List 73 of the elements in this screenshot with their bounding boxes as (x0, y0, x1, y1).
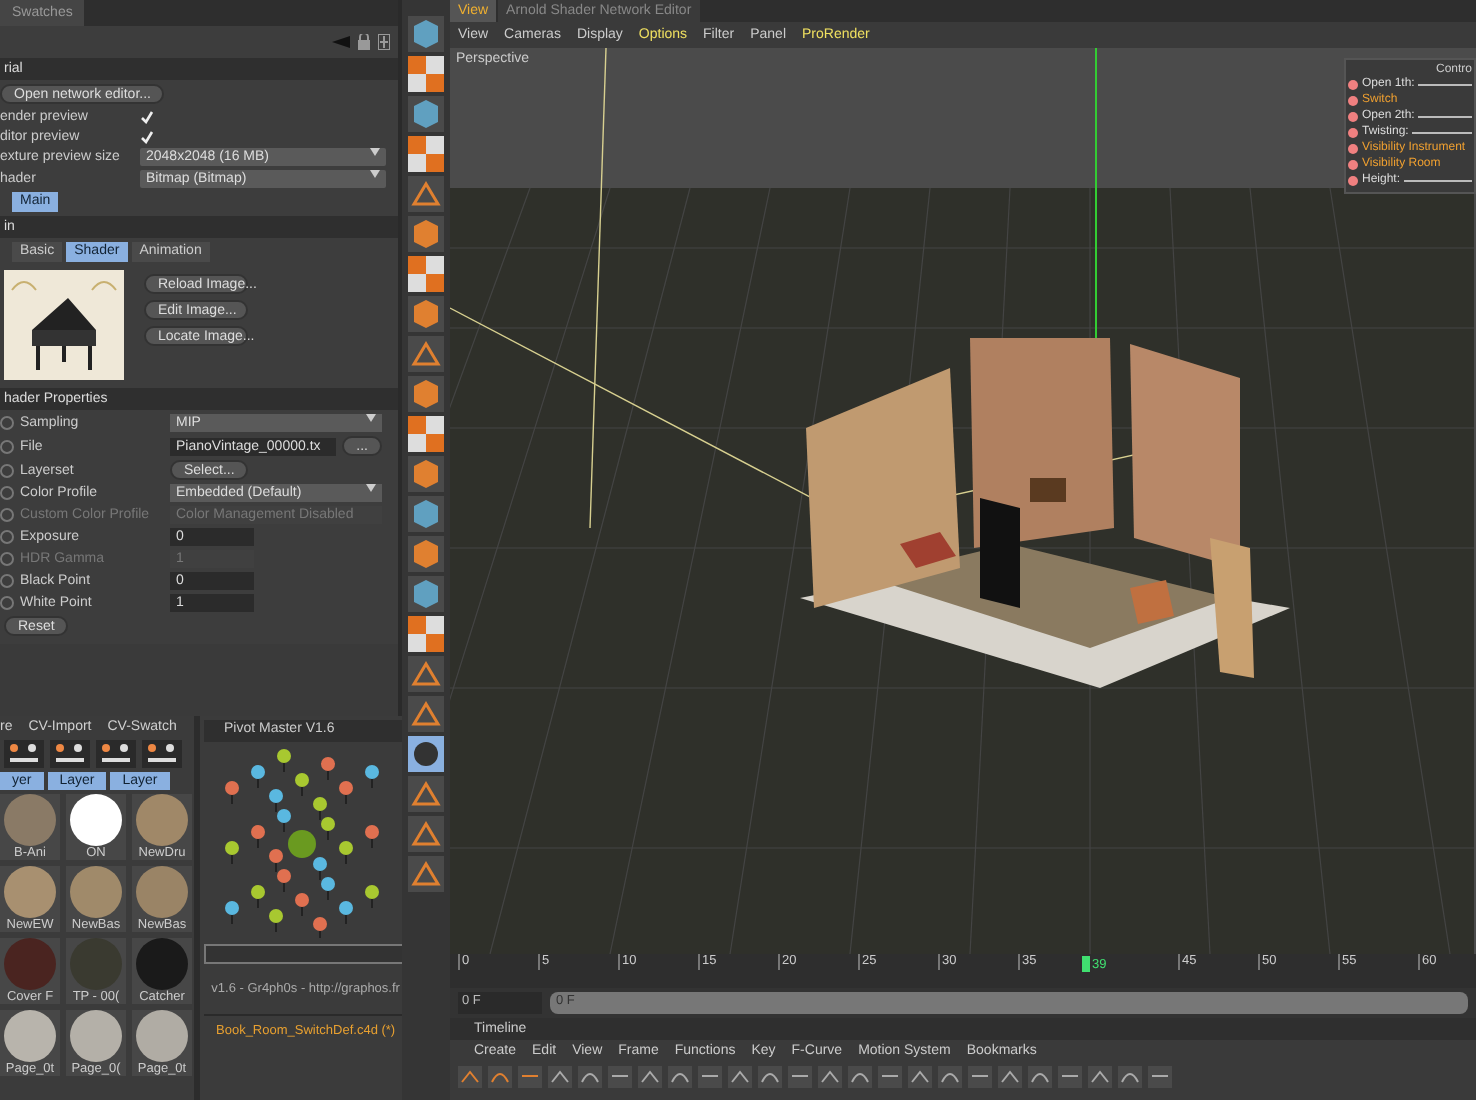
curve-tool-icon[interactable] (998, 1066, 1022, 1088)
curve-tool-icon[interactable] (818, 1066, 842, 1088)
curve-tool-icon[interactable] (608, 1066, 632, 1088)
material-tool-icon[interactable] (142, 740, 182, 768)
s-letter-icon[interactable] (408, 736, 444, 772)
curve-tool-icon[interactable] (788, 1066, 812, 1088)
animate-dot[interactable] (0, 508, 14, 522)
material-sphere[interactable] (4, 1010, 56, 1062)
material-sphere[interactable] (136, 1010, 188, 1062)
curve-tool-icon[interactable] (518, 1066, 542, 1088)
curve-tool-icon[interactable] (848, 1066, 872, 1088)
material-tool-icon[interactable] (4, 740, 44, 768)
animate-dot[interactable] (0, 486, 14, 500)
control-dot-icon[interactable] (1348, 95, 1358, 105)
checker-icon[interactable] (408, 56, 444, 92)
cube-icon[interactable] (408, 576, 444, 612)
checker-icon[interactable] (408, 136, 444, 172)
caret-icon (366, 414, 376, 422)
checkbox[interactable] (140, 129, 154, 143)
cube-icon[interactable] (408, 496, 444, 532)
curve-tool-icon[interactable] (1118, 1066, 1142, 1088)
caret-icon (370, 148, 380, 156)
material-sphere[interactable] (70, 1010, 122, 1062)
curve-tool-icon[interactable] (1058, 1066, 1082, 1088)
curve-tool-icon[interactable] (488, 1066, 512, 1088)
lock-icon[interactable] (358, 34, 370, 50)
curve-tool-icon[interactable] (938, 1066, 962, 1088)
cube-icon[interactable] (408, 456, 444, 492)
curve-tool-icon[interactable] (758, 1066, 782, 1088)
curve-tool-icon[interactable] (698, 1066, 722, 1088)
cube-icon[interactable] (408, 96, 444, 132)
input-field[interactable] (204, 944, 408, 964)
curve-tool-icon[interactable] (1088, 1066, 1112, 1088)
curve-tool-icon[interactable] (728, 1066, 752, 1088)
material-tool-icon[interactable] (96, 740, 136, 768)
animate-dot[interactable] (0, 416, 14, 430)
cube-icon[interactable] (408, 376, 444, 412)
checker-icon[interactable] (408, 256, 444, 292)
room-model-drawing[interactable] (800, 338, 1290, 688)
cube-icon[interactable] (408, 536, 444, 572)
curve-tool-icon[interactable] (668, 1066, 692, 1088)
animate-dot[interactable] (0, 596, 14, 610)
material-tool-icon[interactable] (50, 740, 90, 768)
caret-icon (370, 170, 380, 178)
curve-tool-icon[interactable] (1028, 1066, 1052, 1088)
animate-dot[interactable] (0, 574, 14, 588)
curve-tool-icon[interactable] (638, 1066, 662, 1088)
animate-dot[interactable] (0, 530, 14, 544)
control-dot-icon[interactable] (1348, 143, 1358, 153)
playhead-marker[interactable] (1082, 956, 1090, 972)
material-sphere[interactable] (70, 794, 122, 846)
control-dot-icon[interactable] (1348, 159, 1358, 169)
cube-icon[interactable] (408, 216, 444, 252)
curve-tool-icon[interactable] (908, 1066, 932, 1088)
animate-dot[interactable] (0, 439, 14, 453)
animate-dot[interactable] (0, 463, 14, 477)
cube-icon[interactable] (408, 296, 444, 332)
control-dot-icon[interactable] (1348, 175, 1358, 185)
curve-tool-icon[interactable] (1148, 1066, 1172, 1088)
checker-icon[interactable] (408, 616, 444, 652)
control-dot-icon[interactable] (1348, 111, 1358, 121)
control-dot-icon[interactable] (1348, 79, 1358, 89)
checker-icon[interactable] (408, 416, 444, 452)
cube-icon[interactable] (408, 16, 444, 52)
control-dot-icon[interactable] (1348, 127, 1358, 137)
curve-tool-icon[interactable] (458, 1066, 482, 1088)
curve-tool-icon[interactable] (968, 1066, 992, 1088)
checkbox[interactable] (140, 109, 154, 123)
curve-tool-icon[interactable] (548, 1066, 572, 1088)
curve-tool-icon[interactable] (578, 1066, 602, 1088)
animate-dot[interactable] (0, 552, 14, 566)
caret-icon (366, 484, 376, 492)
curve-tool-icon[interactable] (878, 1066, 902, 1088)
